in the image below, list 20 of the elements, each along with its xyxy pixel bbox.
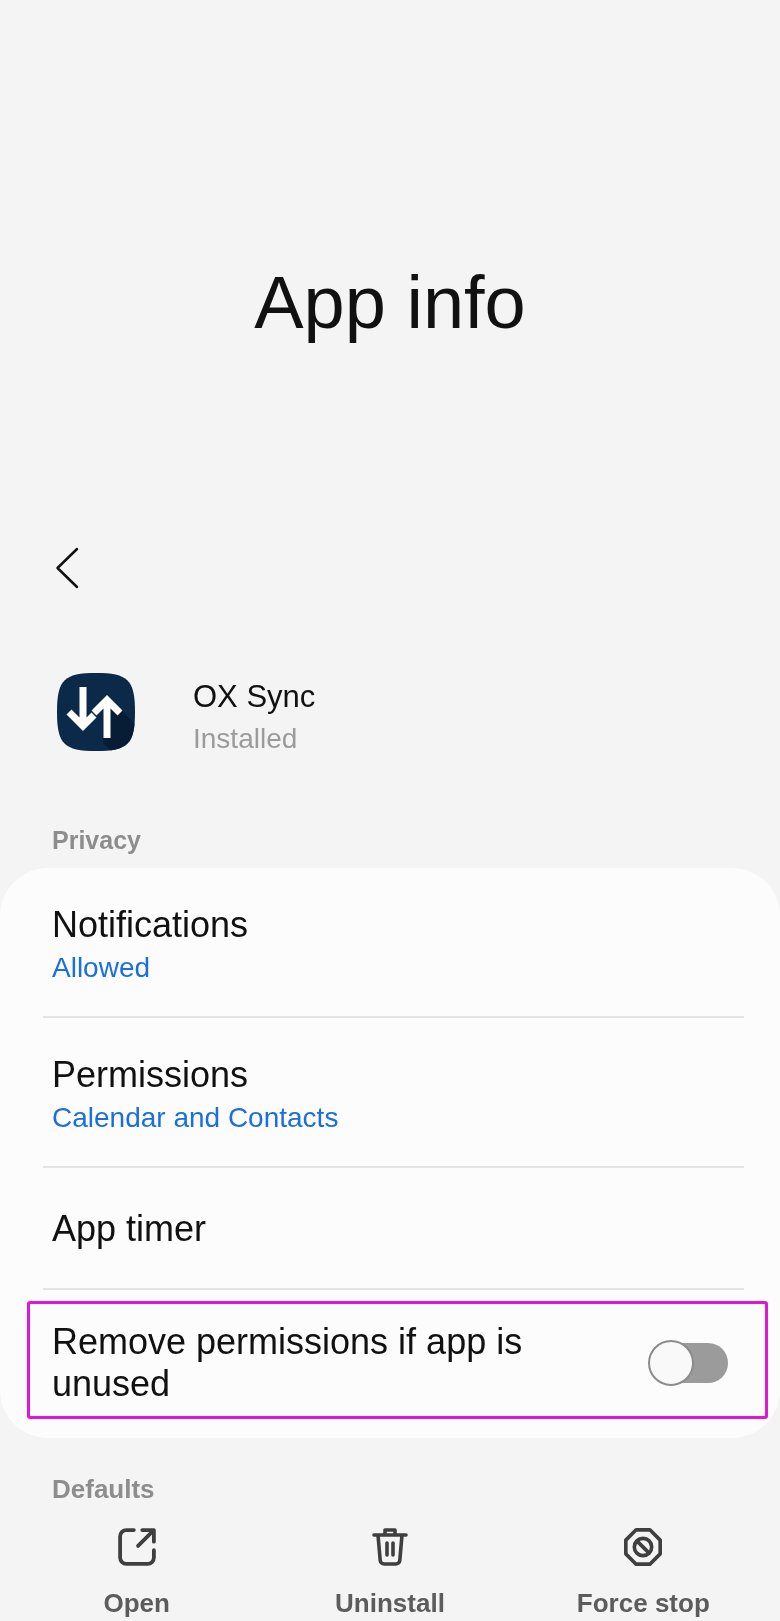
section-header: Privacy <box>52 825 141 855</box>
page-title: App info <box>254 260 526 346</box>
back-icon[interactable] <box>55 547 79 589</box>
section-header: Defaults <box>52 1474 155 1504</box>
app-name: OX Sync <box>193 679 316 715</box>
app-icon <box>57 673 135 751</box>
trash-icon <box>371 1528 409 1566</box>
open-button[interactable]: Open <box>103 1528 170 1618</box>
setting-title[interactable]: Notifications <box>52 904 249 946</box>
setting-value: Allowed <box>52 951 151 985</box>
setting-title[interactable]: Permissions <box>52 1054 249 1096</box>
setting-title[interactable]: Remove permissions if app is unused <box>52 1321 608 1405</box>
toggle-switch[interactable] <box>648 1340 728 1386</box>
setting-title[interactable]: App timer <box>52 1208 207 1250</box>
stop-sign-icon <box>624 1528 663 1566</box>
setting-value: Calendar and Contacts <box>52 1101 339 1135</box>
force-stop-button[interactable]: Force stop <box>576 1528 710 1618</box>
external-link-icon <box>117 1528 156 1566</box>
app-status: Installed <box>193 722 298 755</box>
uninstall-button[interactable]: Uninstall <box>335 1528 445 1618</box>
